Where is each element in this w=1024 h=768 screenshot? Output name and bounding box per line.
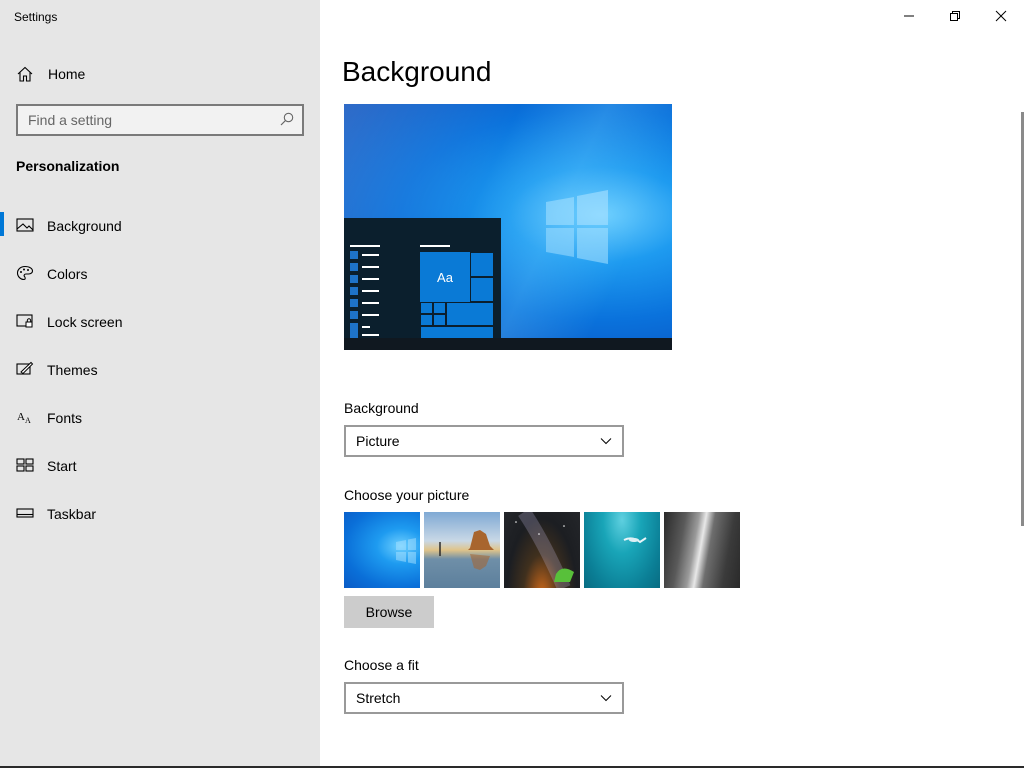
choose-fit-dropdown[interactable]: Stretch [344, 682, 624, 714]
picture-thumbnail-night-sky[interactable] [504, 512, 580, 588]
preview-start-menu: Aa [344, 218, 501, 340]
picture-icon [16, 218, 34, 232]
sidebar-item-label: Fonts [47, 410, 83, 426]
sidebar-item-background[interactable]: Background [0, 208, 320, 256]
sidebar-item-label: Start [47, 458, 77, 474]
picture-thumbnail-windows-blue[interactable] [344, 512, 420, 588]
app-title: Settings [14, 10, 58, 24]
section-title: Personalization [16, 158, 120, 174]
home-icon [17, 66, 33, 82]
search-input[interactable] [18, 106, 278, 134]
page-title: Background [342, 56, 492, 87]
picture-thumbnail-underwater-swimmer[interactable] [584, 512, 660, 588]
svg-text:A: A [17, 411, 25, 423]
sidebar-item-lock-screen[interactable]: Lock screen [0, 304, 320, 352]
choose-picture-label: Choose your picture [344, 487, 470, 503]
minimize-button[interactable] [886, 0, 932, 32]
main-content: Background Aa Background Picture Choose … [320, 0, 1024, 768]
home-nav-item[interactable]: Home [0, 58, 320, 90]
sidebar-item-label: Background [47, 218, 122, 234]
chevron-down-icon [600, 438, 612, 445]
sidebar-item-taskbar[interactable]: Taskbar [0, 496, 320, 544]
browse-button[interactable]: Browse [344, 596, 434, 628]
preview-taskbar [344, 338, 672, 350]
background-type-dropdown[interactable]: Picture [344, 425, 624, 457]
sidebar-nav: Background Colors Lock screen Themes A A… [0, 208, 320, 544]
taskbar-icon [16, 508, 34, 518]
close-button[interactable] [978, 0, 1024, 32]
restore-button[interactable] [932, 0, 978, 32]
preview-tile-text: Aa [420, 252, 470, 302]
sidebar-item-label: Lock screen [47, 314, 123, 330]
home-label: Home [48, 66, 86, 82]
fonts-icon: A A [17, 411, 31, 425]
sidebar-item-themes[interactable]: Themes [0, 352, 320, 400]
choose-fit-value: Stretch [356, 690, 401, 706]
sidebar-item-colors[interactable]: Colors [0, 256, 320, 304]
windows-logo-icon [546, 190, 608, 264]
background-type-value: Picture [356, 433, 400, 449]
sidebar-item-label: Taskbar [47, 506, 97, 522]
svg-text:A: A [25, 416, 31, 425]
themes-icon [16, 361, 34, 375]
palette-icon [16, 265, 34, 281]
sidebar-item-start[interactable]: Start [0, 448, 320, 496]
lock-screen-icon [16, 314, 33, 328]
start-icon [16, 458, 34, 472]
background-type-label: Background [344, 400, 419, 416]
sidebar-item-label: Colors [47, 266, 88, 282]
sidebar: Settings Home Personalization Background [0, 0, 320, 768]
picture-thumbnail-beach-reflection[interactable] [424, 512, 500, 588]
restore-icon [950, 11, 960, 21]
minimize-icon [904, 15, 914, 17]
sidebar-item-label: Themes [47, 362, 98, 378]
search-icon[interactable] [280, 112, 294, 126]
search-box[interactable] [16, 104, 304, 136]
background-preview: Aa [344, 104, 672, 350]
sidebar-item-fonts[interactable]: A A Fonts [0, 400, 320, 448]
choose-fit-label: Choose a fit [344, 657, 419, 673]
picture-thumbnail-rock-cliff[interactable] [664, 512, 740, 588]
chevron-down-icon [600, 695, 612, 702]
close-icon [995, 10, 1007, 22]
